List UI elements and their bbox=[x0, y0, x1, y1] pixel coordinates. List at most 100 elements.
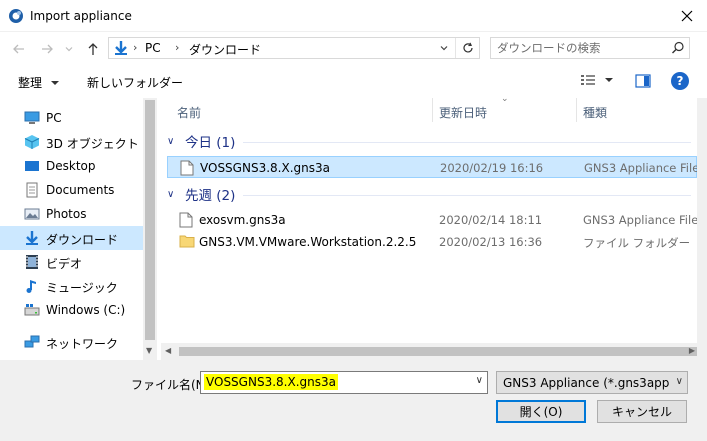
refresh-icon bbox=[462, 42, 473, 53]
sidebar-item-network[interactable]: ネットワーク bbox=[0, 330, 143, 354]
horizontal-scroll-thumb[interactable] bbox=[179, 347, 697, 356]
desktop-icon bbox=[25, 161, 39, 171]
breadcrumb-separator-icon: › bbox=[175, 41, 180, 54]
network-icon bbox=[24, 335, 40, 348]
sidebar-item-photos[interactable]: Photos bbox=[0, 202, 143, 226]
column-header-type[interactable]: 種類 bbox=[577, 98, 697, 122]
filename-value[interactable]: VOSSGNS3.8.X.gns3a bbox=[204, 374, 338, 390]
group-header-today[interactable]: ∨ 今日 (1) bbox=[167, 131, 235, 151]
drive-icon bbox=[24, 304, 40, 316]
file-type: ファイル フォルダー bbox=[583, 236, 691, 250]
file-modified: 2020/02/19 16:16 bbox=[440, 161, 544, 175]
sidebar-item-label: 3D オブジェクト bbox=[46, 137, 139, 151]
sidebar-item-label: Photos bbox=[46, 207, 87, 221]
forward-arrow-icon bbox=[42, 44, 53, 54]
documents-icon bbox=[26, 182, 38, 198]
sidebar-item-label: Documents bbox=[46, 183, 115, 197]
sidebar-item-label: ミュージック bbox=[46, 281, 118, 295]
group-divider bbox=[243, 142, 691, 143]
cancel-button[interactable]: キャンセル bbox=[597, 400, 687, 423]
chevron-down-icon: ∨ bbox=[167, 135, 175, 147]
downloads-icon bbox=[26, 231, 38, 245]
recent-locations-button[interactable] bbox=[60, 40, 78, 58]
sidebar-item-3d-objects[interactable]: 3D オブジェクト bbox=[0, 130, 143, 154]
sidebar-scrollbar[interactable]: ▼ bbox=[143, 98, 157, 360]
breadcrumb-downloads[interactable]: ダウンロード bbox=[189, 41, 261, 58]
back-arrow-icon bbox=[13, 44, 24, 54]
downloads-icon bbox=[115, 41, 127, 55]
scroll-left-arrow-icon[interactable]: ◀ bbox=[165, 346, 171, 355]
sidebar-item-label: ダウンロード bbox=[46, 233, 119, 247]
sidebar-item-label: Windows (C:) bbox=[46, 303, 126, 317]
view-options-button[interactable] bbox=[580, 73, 614, 87]
chevron-down-icon bbox=[440, 46, 448, 51]
file-name: exosvm.gns3a bbox=[199, 213, 286, 227]
sidebar-item-downloads[interactable]: ダウンロード bbox=[0, 226, 143, 250]
new-folder-button[interactable]: 新しいフォルダー bbox=[87, 74, 183, 91]
scroll-down-arrow-icon[interactable]: ▼ bbox=[146, 346, 152, 355]
breadcrumb-pc[interactable]: PC bbox=[145, 41, 161, 55]
file-icon bbox=[180, 160, 194, 176]
caret-down-icon bbox=[50, 81, 59, 85]
sidebar-item-label: Desktop bbox=[46, 159, 96, 173]
chevron-down-icon bbox=[65, 47, 73, 52]
file-list-vertical-scrollbar[interactable] bbox=[697, 98, 707, 343]
sidebar-item-label: ビデオ bbox=[46, 257, 83, 271]
open-button[interactable]: 開く(O) bbox=[496, 400, 586, 423]
refresh-button[interactable] bbox=[455, 38, 479, 58]
photos-icon bbox=[24, 208, 40, 220]
dialog-footer: ファイル名(N): VOSSGNS3.8.X.gns3a ∨ GNS3 Appl… bbox=[0, 360, 707, 441]
search-input[interactable] bbox=[497, 40, 667, 56]
up-button[interactable] bbox=[84, 40, 102, 58]
sidebar-item-documents[interactable]: Documents bbox=[0, 178, 143, 202]
folder-icon bbox=[179, 235, 195, 248]
organize-label: 整理 bbox=[18, 76, 43, 90]
file-row[interactable]: exosvm.gns3a 2020/02/14 18:11 GNS3 Appli… bbox=[167, 209, 699, 231]
sidebar-item-windows-drive[interactable]: Windows (C:) bbox=[0, 298, 143, 322]
window-title: Import appliance bbox=[30, 9, 132, 23]
details-view-icon bbox=[581, 75, 595, 85]
videos-icon bbox=[26, 255, 38, 269]
chevron-down-icon[interactable]: ∨ bbox=[476, 375, 483, 386]
file-name: GNS3.VM.VMware.Workstation.2.2.5 bbox=[199, 235, 417, 249]
address-dropdown-button[interactable] bbox=[435, 38, 453, 58]
gns3-app-icon bbox=[9, 9, 23, 23]
scroll-right-arrow-icon[interactable]: ▶ bbox=[689, 346, 695, 355]
navigation-pane: PC 3D オブジェクト Desktop Documents Photos ダウ… bbox=[0, 98, 157, 360]
column-header-label: 名前 bbox=[177, 106, 202, 120]
sidebar-item-videos[interactable]: ビデオ bbox=[0, 250, 143, 274]
column-header-modified[interactable]: 更新日時 bbox=[433, 98, 576, 122]
file-list: 名前 ⌄ 更新日時 種類 ∨ 今日 (1) VOSSGNS3.8.X.gns3a… bbox=[161, 94, 699, 343]
sidebar-item-music[interactable]: ミュージック bbox=[0, 274, 143, 298]
up-arrow-icon bbox=[88, 43, 98, 55]
address-bar[interactable]: › PC › ダウンロード bbox=[108, 37, 480, 59]
column-header-name[interactable]: 名前 bbox=[161, 98, 432, 122]
3d-objects-icon bbox=[24, 135, 40, 149]
file-row[interactable]: GNS3.VM.VMware.Workstation.2.2.5 2020/02… bbox=[167, 231, 697, 253]
sidebar-item-desktop[interactable]: Desktop bbox=[0, 154, 143, 178]
group-title: 今日 (1) bbox=[185, 135, 236, 151]
close-button[interactable] bbox=[667, 0, 707, 32]
file-list-horizontal-scrollbar[interactable]: ◀ ▶ bbox=[161, 343, 707, 360]
filename-field[interactable]: VOSSGNS3.8.X.gns3a ∨ bbox=[200, 371, 488, 394]
back-button[interactable] bbox=[10, 40, 28, 58]
file-row[interactable]: VOSSGNS3.8.X.gns3a 2020/02/19 16:16 GNS3… bbox=[167, 156, 699, 178]
column-header-label: 更新日時 bbox=[439, 106, 488, 120]
search-box[interactable] bbox=[490, 37, 690, 59]
forward-button[interactable] bbox=[38, 40, 56, 58]
file-modified: 2020/02/13 16:36 bbox=[439, 235, 543, 249]
chevron-down-icon: ∨ bbox=[675, 376, 683, 387]
organize-button[interactable]: 整理 bbox=[18, 74, 60, 91]
file-type: GNS3 Appliance File bbox=[583, 213, 699, 227]
file-name: VOSSGNS3.8.X.gns3a bbox=[200, 161, 330, 175]
help-button[interactable]: ? bbox=[671, 72, 689, 90]
preview-pane-button[interactable] bbox=[635, 73, 651, 92]
sidebar-item-label: ネットワーク bbox=[46, 337, 119, 351]
filetype-select[interactable]: GNS3 Appliance (*.gns3applian ∨ bbox=[496, 371, 688, 394]
breadcrumb-separator-icon: › bbox=[133, 41, 138, 54]
sidebar-scroll-thumb[interactable] bbox=[145, 100, 155, 340]
filetype-value: GNS3 Appliance (*.gns3applian bbox=[503, 376, 669, 390]
command-toolbar: 整理 新しいフォルダー ? bbox=[0, 66, 707, 98]
sidebar-item-pc[interactable]: PC bbox=[0, 106, 143, 130]
group-header-last-week[interactable]: ∨ 先週 (2) bbox=[167, 184, 235, 204]
